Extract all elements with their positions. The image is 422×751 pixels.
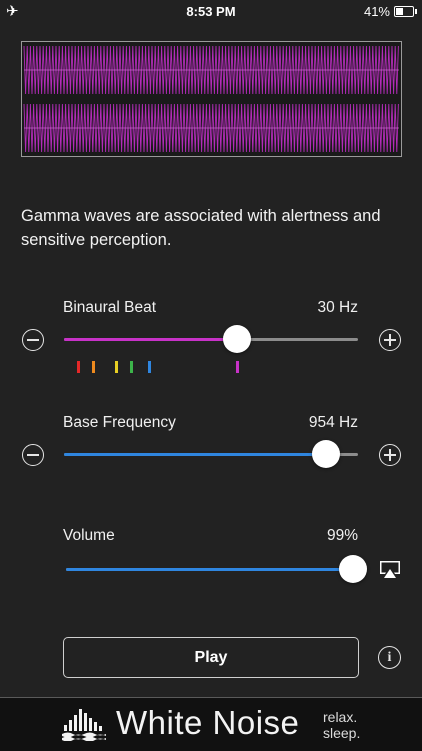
battery-icon (394, 6, 417, 17)
preset-marker[interactable] (91, 361, 95, 373)
base-frequency-slider-thumb[interactable] (311, 440, 340, 468)
brand-tagline: relax. sleep. (323, 709, 360, 741)
volume-label: Volume (63, 527, 115, 544)
waveform-graphic (23, 45, 399, 153)
binaural-beat-decrease-button[interactable] (22, 329, 44, 351)
tagline-relax: relax. (323, 709, 358, 725)
preset-marker[interactable] (77, 361, 81, 373)
waveform-visualizer (21, 41, 402, 157)
status-bar: ✈ 8:53 PM 41% (0, 0, 422, 22)
white-noise-banner[interactable]: White Noise relax. sleep. (0, 697, 422, 751)
wave-description: Gamma waves are associated with alertnes… (21, 207, 381, 249)
equalizer-logo-icon (62, 709, 106, 741)
status-time: 8:53 PM (186, 4, 236, 19)
binaural-beat-slider-track[interactable] (64, 338, 358, 341)
info-icon[interactable]: i (378, 646, 401, 669)
binaural-beat-value: 30 Hz (317, 299, 359, 316)
volume-value: 99% (326, 527, 358, 544)
preset-marker[interactable] (235, 361, 239, 373)
airplay-icon[interactable] (379, 560, 401, 580)
binaural-beat-slider-thumb[interactable] (223, 325, 252, 353)
volume-slider-thumb[interactable] (339, 555, 368, 583)
preset-marker[interactable] (130, 361, 134, 373)
battery-percentage: 41% (363, 4, 390, 19)
preset-marker[interactable] (147, 361, 151, 373)
binaural-beat-label: Binaural Beat (63, 299, 157, 316)
binaural-beat-increase-button[interactable] (379, 329, 401, 351)
base-frequency-increase-button[interactable] (379, 444, 401, 466)
base-frequency-label: Base Frequency (63, 414, 176, 431)
base-frequency-value: 954 Hz (308, 414, 358, 431)
play-button[interactable]: Play (63, 637, 359, 678)
brand-name: White Noise (116, 704, 300, 741)
base-frequency-decrease-button[interactable] (22, 444, 44, 466)
tagline-sleep: sleep. (323, 725, 361, 741)
volume-slider-track[interactable] (66, 568, 356, 571)
preset-marker[interactable] (115, 361, 119, 373)
